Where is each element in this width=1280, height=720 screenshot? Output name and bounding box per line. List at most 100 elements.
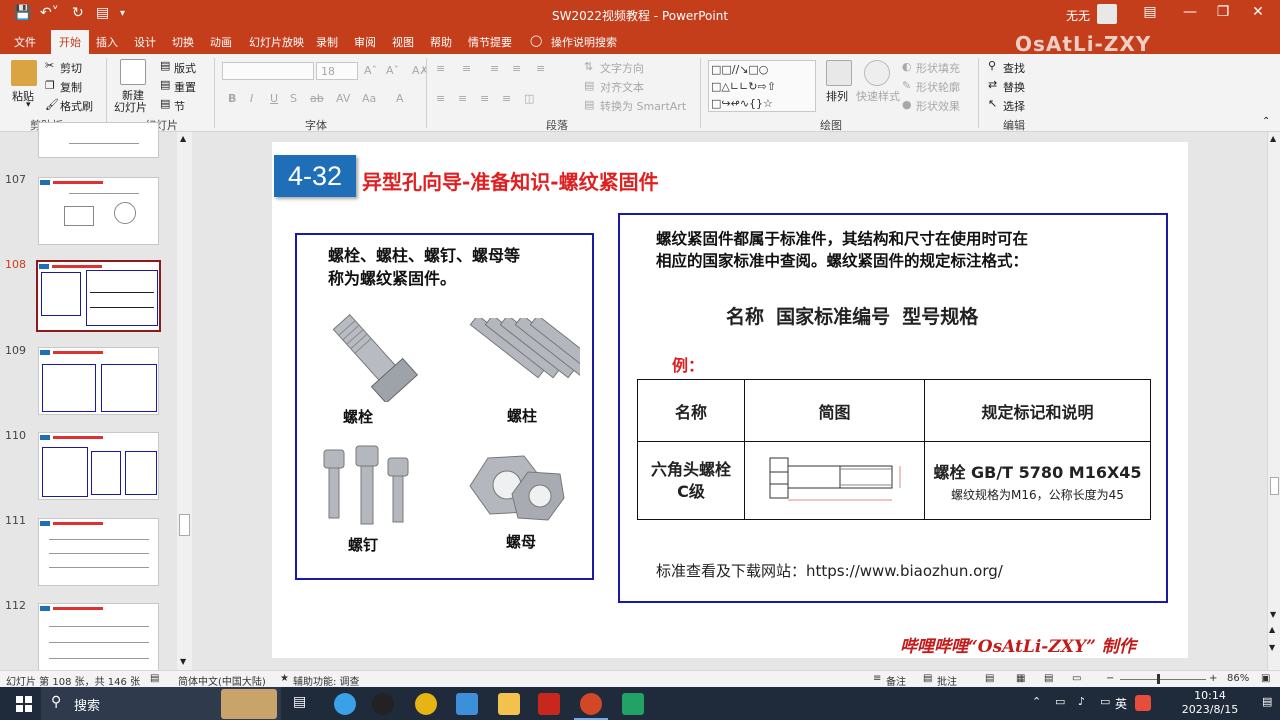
scroll-up-icon[interactable]: ▲: [1270, 134, 1276, 143]
quick-styles-button[interactable]: 快速样式: [856, 88, 900, 104]
spellcheck-icon[interactable]: ▤: [150, 673, 159, 684]
underline-icon[interactable]: U: [270, 92, 278, 105]
align-right-icon[interactable]: ≡: [480, 92, 489, 105]
user-name[interactable]: 无无: [1066, 7, 1090, 24]
font-size-combo[interactable]: 18: [316, 62, 358, 80]
zoom-in-icon[interactable]: +: [1209, 673, 1217, 684]
slide-thumbnail[interactable]: [38, 603, 159, 671]
columns-icon[interactable]: ◫: [524, 92, 534, 105]
align-center-icon[interactable]: ≡: [458, 92, 467, 105]
task-view-icon[interactable]: ▤: [293, 694, 306, 710]
replace-button[interactable]: 替换: [1003, 79, 1025, 95]
tab-review[interactable]: 审阅: [354, 34, 376, 50]
tab-transitions[interactable]: 切换: [172, 34, 194, 50]
clock[interactable]: 10:14 2023/8/15: [1160, 689, 1260, 717]
tab-help[interactable]: 帮助: [430, 34, 452, 50]
arrange-icon[interactable]: [826, 60, 852, 86]
accessibility-status[interactable]: 辅助功能: 调查: [293, 673, 360, 688]
cut-button[interactable]: 剪切: [60, 60, 82, 76]
tab-record[interactable]: 录制: [316, 34, 338, 50]
zoom-out-icon[interactable]: −: [1106, 673, 1114, 684]
reading-view-icon[interactable]: ▤: [1044, 673, 1053, 684]
close-icon[interactable]: ✕: [1243, 4, 1273, 20]
tab-insert[interactable]: 插入: [96, 34, 118, 50]
minimize-icon[interactable]: —: [1175, 4, 1205, 20]
numbering-icon[interactable]: ≡: [462, 62, 471, 75]
change-case-icon[interactable]: Aa: [362, 92, 376, 105]
section-button[interactable]: 节: [174, 98, 185, 114]
arrange-button[interactable]: 排列: [826, 88, 848, 104]
tab-design[interactable]: 设计: [134, 34, 156, 50]
taskbar-search-box[interactable]: ⚲ 搜索: [41, 687, 281, 720]
app-icon-3[interactable]: [622, 693, 644, 715]
text-direction-button[interactable]: 文字方向: [600, 60, 644, 76]
slide-thumbnail-selected[interactable]: [36, 260, 161, 332]
new-slide-icon[interactable]: [120, 59, 146, 85]
scroll-up-icon[interactable]: ▲: [180, 134, 186, 143]
qq-icon[interactable]: [372, 693, 394, 715]
scroll-thumb[interactable]: [1270, 477, 1279, 495]
increase-indent-icon[interactable]: ≡: [512, 62, 521, 75]
justify-icon[interactable]: ≡: [502, 92, 511, 105]
decrease-indent-icon[interactable]: ≡: [490, 62, 499, 75]
quick-styles-icon[interactable]: [864, 60, 890, 86]
reset-button[interactable]: 重置: [174, 79, 196, 95]
shape-outline-button[interactable]: 形状轮廓: [916, 79, 960, 95]
align-text-button[interactable]: 对齐文本: [600, 79, 644, 95]
notification-icon[interactable]: ▤: [1262, 695, 1272, 708]
tray-overflow-icon[interactable]: ⌃: [1032, 695, 1041, 708]
slide-counter[interactable]: 幻灯片 第 108 张，共 146 张: [6, 673, 140, 688]
scroll-down-icon[interactable]: ▼: [180, 657, 186, 666]
thumbnail-scrollbar[interactable]: ▲ ▼: [177, 132, 192, 670]
powerpoint-icon[interactable]: [580, 693, 602, 715]
slide-thumbnail[interactable]: [38, 432, 159, 500]
layout-button[interactable]: 版式: [174, 60, 196, 76]
slide-thumbnail[interactable]: [38, 347, 159, 415]
tell-me-search[interactable]: 操作说明搜索: [551, 34, 617, 50]
next-slide-icon[interactable]: ▼: [1269, 643, 1275, 652]
scroll-down-icon[interactable]: ▼: [1270, 610, 1276, 619]
app-icon-2[interactable]: [456, 693, 478, 715]
strikethrough-icon[interactable]: ab: [310, 92, 324, 105]
slide-thumbnail[interactable]: [38, 122, 159, 158]
tab-animations[interactable]: 动画: [210, 34, 232, 50]
file-explorer-icon[interactable]: [498, 693, 520, 715]
zoom-slider-track[interactable]: [1120, 679, 1206, 680]
copy-button[interactable]: 复制: [60, 79, 82, 95]
solidworks-icon[interactable]: [538, 693, 560, 715]
font-color-icon[interactable]: A: [396, 92, 404, 105]
format-painter-button[interactable]: 格式刷: [60, 98, 93, 114]
tab-view[interactable]: 视图: [392, 34, 414, 50]
notes-button[interactable]: 备注: [886, 673, 906, 688]
char-spacing-icon[interactable]: AV: [336, 92, 350, 105]
collapse-ribbon-icon[interactable]: ⌃: [1262, 116, 1270, 127]
network-icon[interactable]: ▭: [1055, 695, 1065, 708]
slide-thumbnail[interactable]: [38, 177, 159, 245]
volume-icon[interactable]: ♪: [1078, 695, 1085, 708]
font-name-combo[interactable]: [222, 62, 314, 80]
tab-storyboard[interactable]: 情节提要: [468, 34, 512, 50]
windows-start-icon[interactable]: [16, 696, 32, 712]
select-button[interactable]: 选择: [1003, 98, 1025, 114]
ime-indicator[interactable]: 英: [1115, 695, 1127, 712]
app-icon-1[interactable]: [334, 693, 356, 715]
avatar[interactable]: [1097, 4, 1117, 24]
normal-view-icon[interactable]: ▤: [985, 673, 994, 684]
editor-scrollbar[interactable]: ▲ ▼ ▲ ▼: [1267, 132, 1280, 670]
align-left-icon[interactable]: ≡: [436, 92, 445, 105]
comments-button[interactable]: 批注: [937, 673, 957, 688]
new-slide-button-line2[interactable]: 幻灯片: [114, 99, 147, 115]
zoom-level[interactable]: 86%: [1227, 673, 1249, 684]
paste-icon[interactable]: [11, 60, 37, 86]
previous-slide-icon[interactable]: ▲: [1269, 625, 1275, 634]
tab-home[interactable]: 开始: [51, 30, 89, 54]
line-spacing-icon[interactable]: ≡: [536, 62, 545, 75]
smartart-button[interactable]: 转换为 SmartArt: [600, 98, 686, 114]
tab-slideshow[interactable]: 幻灯片放映: [249, 34, 304, 50]
bold-icon[interactable]: B: [228, 92, 236, 105]
shape-fill-button[interactable]: 形状填充: [916, 60, 960, 76]
fit-slide-icon[interactable]: ▣: [1261, 673, 1270, 684]
shape-effects-button[interactable]: 形状效果: [916, 98, 960, 114]
bullets-icon[interactable]: ≡: [436, 62, 445, 75]
ribbon-display-icon[interactable]: ▤: [1135, 4, 1165, 20]
